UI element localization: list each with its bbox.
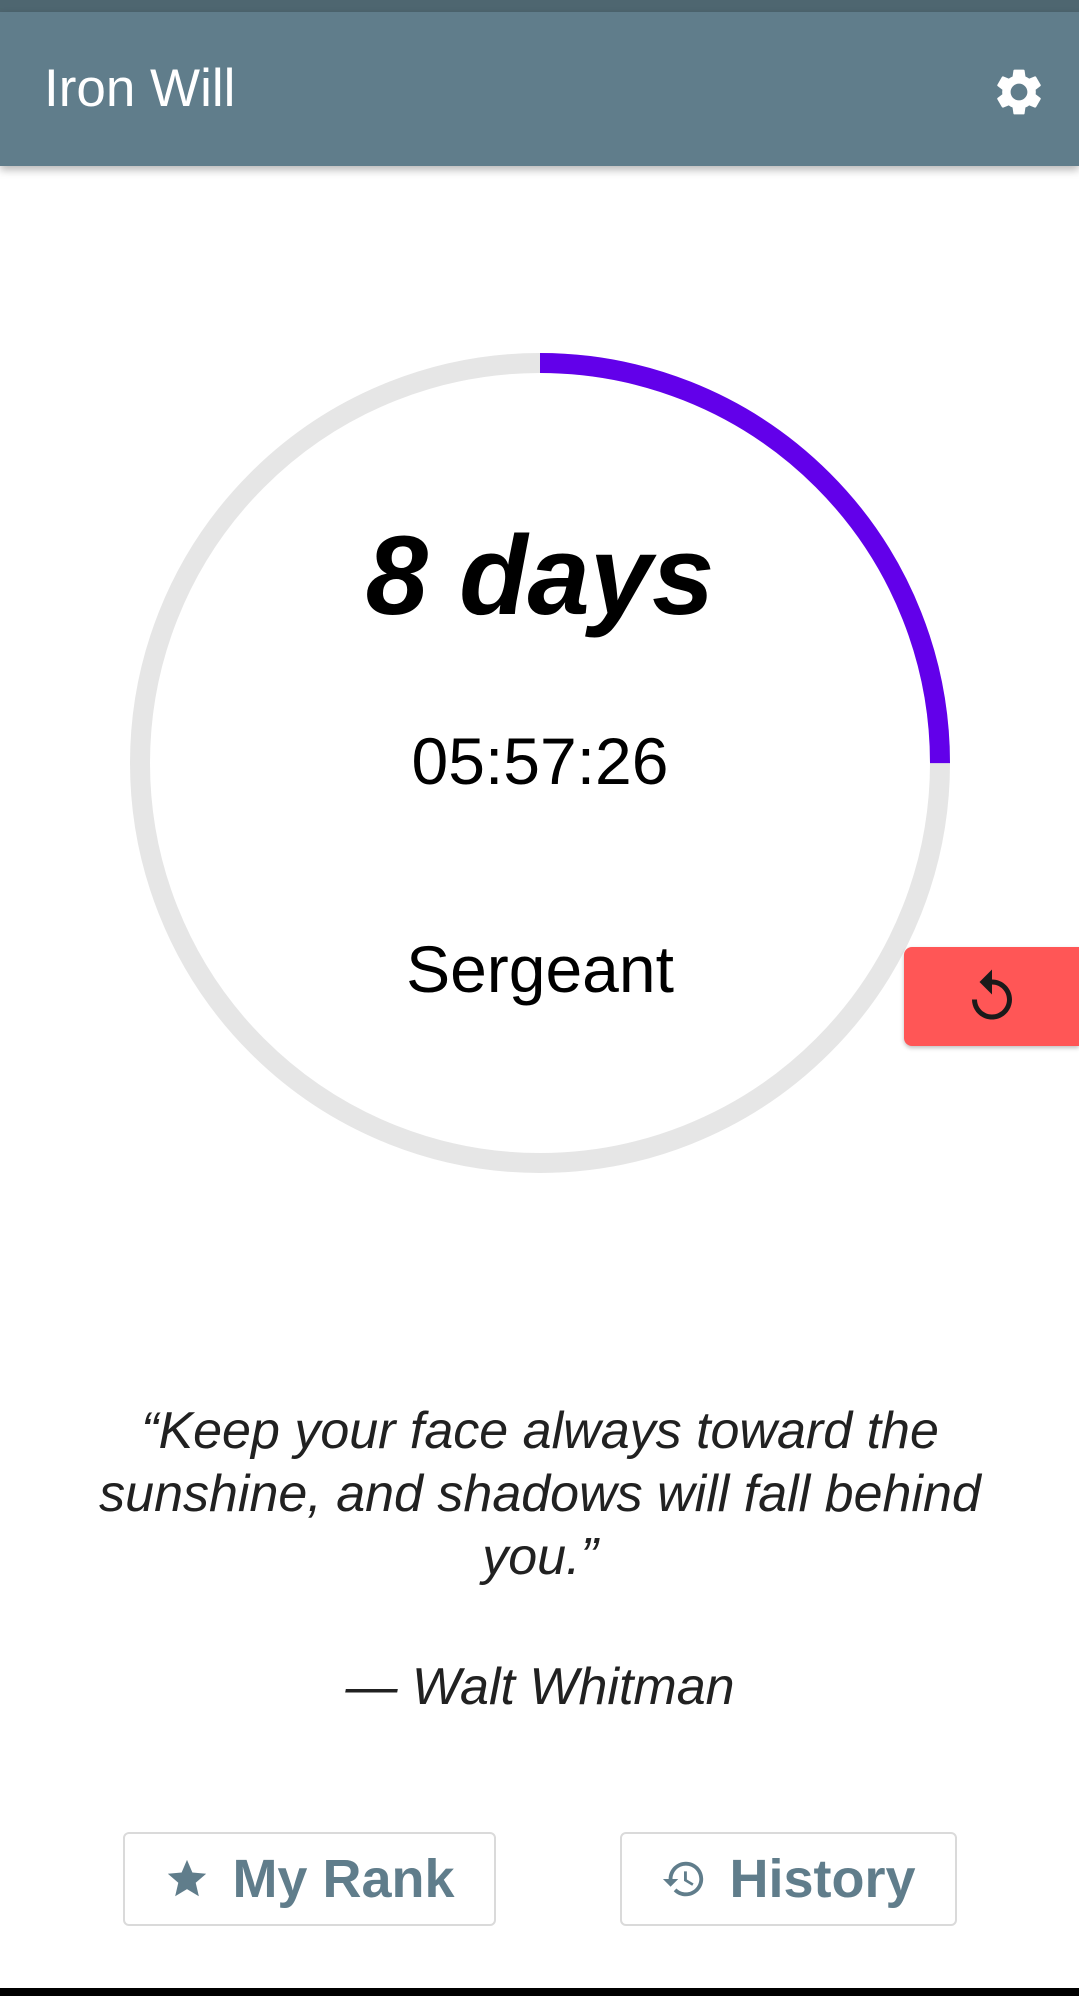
quote-text: “Keep your face always toward the sunshi… bbox=[99, 1402, 981, 1586]
my-rank-button[interactable]: My Rank bbox=[123, 1832, 496, 1926]
my-rank-label: My Rank bbox=[232, 1849, 455, 1909]
history-icon bbox=[661, 1856, 707, 1902]
history-label: History bbox=[729, 1849, 916, 1909]
history-button[interactable]: History bbox=[620, 1832, 957, 1926]
reset-button[interactable] bbox=[904, 947, 1079, 1046]
reset-icon bbox=[971, 969, 1012, 1019]
streak-days: 8 days bbox=[365, 513, 715, 638]
rank-label: Sergeant bbox=[406, 932, 674, 1006]
streak-timer: 05:57:26 bbox=[411, 724, 669, 798]
quote-author: — Walt Whitman bbox=[345, 1658, 735, 1716]
star-icon bbox=[164, 1856, 210, 1902]
navigation-bar bbox=[0, 1988, 1079, 1996]
